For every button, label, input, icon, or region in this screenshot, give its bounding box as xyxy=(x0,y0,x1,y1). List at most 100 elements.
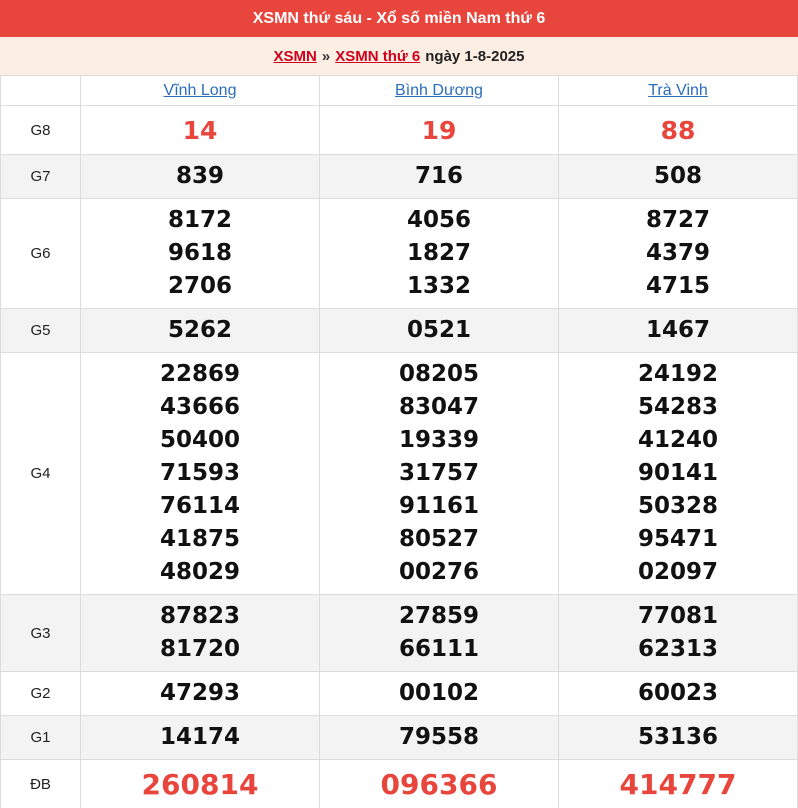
result-cell: 88 xyxy=(558,105,798,155)
prize-number: 4056 xyxy=(406,207,471,233)
result-cell: 839 xyxy=(80,154,320,199)
result-cell: 14 xyxy=(80,105,320,155)
prize-number: 53136 xyxy=(637,724,719,750)
result-cell: 60023 xyxy=(558,671,798,716)
result-cell: 0521 xyxy=(319,308,559,353)
result-cell: 27859 66111 xyxy=(319,594,559,672)
prize-number: 87823 xyxy=(159,603,241,629)
result-cell: 08205 83047 19339 31757 91161 80527 00276 xyxy=(319,352,559,595)
province-link-vinh-long[interactable]: Vĩnh Long xyxy=(164,82,237,99)
prize-number: 48029 xyxy=(159,559,241,585)
prize-number: 27859 xyxy=(398,603,480,629)
result-cell: 22869 43666 50400 71593 76114 41875 48029 xyxy=(80,352,320,595)
prize-number: 60023 xyxy=(637,680,719,706)
prize-row-đb: ĐB 260814 096366 414777 xyxy=(0,759,798,808)
prize-number: 1827 xyxy=(406,240,471,266)
prize-number: 19 xyxy=(421,115,457,145)
prize-number: 14 xyxy=(182,115,218,145)
result-cell: 716 xyxy=(319,154,559,199)
prize-number: 1332 xyxy=(406,273,471,299)
special-prize-number: 260814 xyxy=(141,767,259,801)
result-cell: 414777 xyxy=(558,759,798,808)
prize-number: 41240 xyxy=(637,427,719,453)
result-cell: 260814 xyxy=(80,759,320,808)
prize-label: G4 xyxy=(0,352,81,595)
prize-row-g5: G5 5262 0521 1467 xyxy=(0,308,798,353)
results-body: G8 14 19 88 G7 839 716 508 G6 8172 9618 2706 4056 182… xyxy=(0,105,798,808)
breadcrumb-link-xsmn-thu-6[interactable]: XSMN thứ 6 xyxy=(335,48,420,65)
prize-number: 50400 xyxy=(159,427,241,453)
result-cell: 53136 xyxy=(558,715,798,760)
prize-label: G5 xyxy=(0,308,81,353)
province-header-cell: Bình Dương xyxy=(319,75,559,106)
prize-row-g3: G3 87823 81720 27859 66111 77081 62313 xyxy=(0,594,798,672)
prize-row-g4: G4 22869 43666 50400 71593 76114 41875 48029 082… xyxy=(0,352,798,595)
special-prize-number: 096366 xyxy=(380,767,498,801)
province-link-tra-vinh[interactable]: Trà Vinh xyxy=(648,82,708,99)
prize-number: 62313 xyxy=(637,636,719,662)
prize-number: 41875 xyxy=(159,526,241,552)
result-cell: 5262 xyxy=(80,308,320,353)
province-header-cell: Trà Vinh xyxy=(558,75,798,106)
prize-row-g8: G8 14 19 88 xyxy=(0,105,798,155)
prize-number: 0521 xyxy=(406,317,471,343)
prize-row-g7: G7 839 716 508 xyxy=(0,154,798,199)
prize-number: 50328 xyxy=(637,493,719,519)
breadcrumb-separator: » xyxy=(321,47,331,65)
result-cell: 14174 xyxy=(80,715,320,760)
breadcrumb-link-xsmn[interactable]: XSMN xyxy=(274,48,317,65)
province-link-binh-duong[interactable]: Bình Dương xyxy=(395,82,483,99)
prize-number: 83047 xyxy=(398,394,480,420)
prize-number: 77081 xyxy=(637,603,719,629)
prize-label: G7 xyxy=(0,154,81,199)
prize-number: 88 xyxy=(660,115,696,145)
prize-number: 31757 xyxy=(398,460,480,486)
prize-number: 8172 xyxy=(167,207,232,233)
prize-label: ĐB xyxy=(0,759,81,808)
results-title: XSMN thứ sáu - Xổ số miền Nam thứ 6 xyxy=(252,9,546,27)
result-cell: 24192 54283 41240 90141 50328 95471 02097 xyxy=(558,352,798,595)
prize-number: 508 xyxy=(653,163,702,189)
prize-number: 91161 xyxy=(398,493,480,519)
prize-number: 47293 xyxy=(159,680,241,706)
result-cell: 096366 xyxy=(319,759,559,808)
special-prize-number: 414777 xyxy=(619,767,737,801)
prize-number: 1467 xyxy=(645,317,710,343)
result-cell: 1467 xyxy=(558,308,798,353)
prize-number: 54283 xyxy=(637,394,719,420)
result-cell: 00102 xyxy=(319,671,559,716)
prize-number: 716 xyxy=(414,163,463,189)
result-cell: 4056 1827 1332 xyxy=(319,198,559,309)
lottery-results-page: XSMN thứ sáu - Xổ số miền Nam thứ 6 XSMN… xyxy=(0,0,798,808)
prize-number: 19339 xyxy=(398,427,480,453)
prize-number: 839 xyxy=(175,163,224,189)
prize-label: G2 xyxy=(0,671,81,716)
prize-label: G6 xyxy=(0,198,81,309)
result-cell: 87823 81720 xyxy=(80,594,320,672)
province-header-row: Vĩnh Long Bình Dương Trà Vinh xyxy=(0,75,798,106)
header-corner xyxy=(0,75,81,106)
result-cell: 8727 4379 4715 xyxy=(558,198,798,309)
result-cell: 79558 xyxy=(319,715,559,760)
breadcrumb: XSMN » XSMN thứ 6 ngày 1-8-2025 xyxy=(0,37,798,75)
prize-number: 00102 xyxy=(398,680,480,706)
prize-number: 81720 xyxy=(159,636,241,662)
prize-number: 24192 xyxy=(637,361,719,387)
prize-number: 8727 xyxy=(645,207,710,233)
prize-number: 76114 xyxy=(159,493,241,519)
province-header-cell: Vĩnh Long xyxy=(80,75,320,106)
prize-number: 79558 xyxy=(398,724,480,750)
prize-number: 71593 xyxy=(159,460,241,486)
prize-row-g6: G6 8172 9618 2706 4056 1827 1332 8727 4379 4715 xyxy=(0,198,798,309)
prize-number: 08205 xyxy=(398,361,480,387)
prize-number: 43666 xyxy=(159,394,241,420)
prize-number: 02097 xyxy=(637,559,719,585)
result-cell: 19 xyxy=(319,105,559,155)
prize-row-g2: G2 47293 00102 60023 xyxy=(0,671,798,716)
results-table: Vĩnh Long Bình Dương Trà Vinh G8 14 19 88 G7… xyxy=(0,75,798,808)
prize-number: 5262 xyxy=(167,317,232,343)
prize-number: 2706 xyxy=(167,273,232,299)
prize-label: G1 xyxy=(0,715,81,760)
result-cell: 8172 9618 2706 xyxy=(80,198,320,309)
result-cell: 77081 62313 xyxy=(558,594,798,672)
